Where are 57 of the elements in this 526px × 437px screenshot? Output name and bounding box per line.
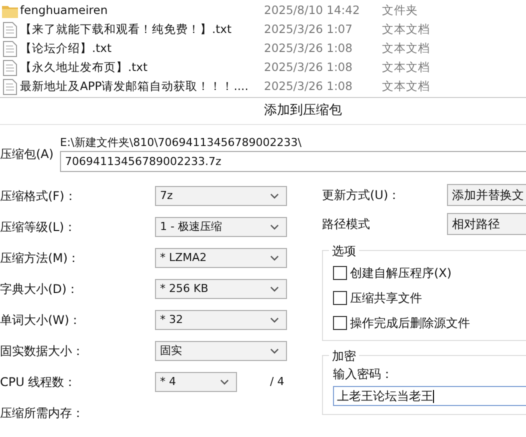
setting-dropdown[interactable]: 1 - 极速压缩 [155,216,287,236]
path-mode-label: 路径模式 [322,216,371,232]
checkbox[interactable] [333,316,347,330]
setting-label: 单词大小(W)： [0,312,82,328]
group-title: 加密 [329,348,359,364]
file-date: 2025/3/26 1:08 [264,59,354,76]
file-name[interactable]: 【来了就能下载和观看！纯免费！】.txt [20,21,264,38]
setting-dropdown[interactable]: 7z [155,186,287,206]
setting-label: 压缩格式(F)： [0,188,78,204]
file-name[interactable]: fenghuameiren [20,2,264,19]
file-type: 文件夹 [382,2,418,19]
update-mode-label: 更新方式(U)： [322,186,402,202]
setting-label: 压缩所需内存： [0,404,85,420]
archive-label: 压缩包(A) [0,146,55,162]
group-title: 选项 [329,243,359,259]
chevron-icon [270,192,279,198]
chevron-icon [270,254,279,260]
setting-dropdown[interactable]: * 32 [155,310,287,330]
file-name[interactable]: 【论坛介绍】.txt [20,40,264,57]
file-date: 2025/3/26 1:08 [264,40,354,57]
file-name[interactable]: 最新地址及APP请发邮箱自动获取！！！.... [20,78,264,95]
checkbox[interactable] [333,290,347,304]
path-mode-dropdown[interactable]: 相对路径 [447,212,526,234]
setting-dropdown[interactable]: * 256 KB [155,278,287,298]
setting-label: 固实数据大小： [0,342,85,358]
checkbox[interactable] [333,266,347,280]
setting-dropdown[interactable]: 固实 [155,340,287,360]
chevron-icon [270,286,279,292]
file-type: 文本文档 [382,78,430,95]
checkbox-label: 压缩共享文件 [350,290,422,306]
archive-path: E:\新建文件夹\810\70694113456789002233\ [60,135,302,151]
thread-max: / 4 [270,374,284,390]
password-field[interactable]: 上老王论坛当老王 [333,386,526,406]
file-type: 文本文档 [382,59,430,76]
chevron-icon [220,378,229,384]
file-name[interactable]: 【永久地址发布页】.txt [20,59,264,76]
file-date: 2025/8/10 14:42 [264,2,361,19]
dialog-title: 添加到压缩包 [264,102,342,120]
file-date: 2025/3/26 1:08 [264,78,354,95]
chevron-icon [270,348,279,354]
setting-label: 字典大小(D)： [0,280,80,296]
checkbox-label: 操作完成后删除源文件 [350,314,470,330]
file-date: 2025/3/26 1:07 [264,21,354,38]
setting-label: CPU 线程数： [0,374,78,390]
checkbox-label: 创建自解压程序(X) [350,264,452,280]
chevron-icon [270,224,279,230]
archive-name-field[interactable]: 70694113456789002233.7z [60,151,526,172]
setting-dropdown[interactable]: * LZMA2 [155,248,287,268]
setting-label: 压缩等级(L)： [0,218,78,234]
chevron-icon [270,316,279,322]
setting-dropdown[interactable]: * 4 [155,372,237,392]
setting-label: 压缩方法(M)： [0,250,81,266]
update-mode-dropdown[interactable]: 添加并替换文 [447,184,526,206]
file-type: 文本文档 [382,21,430,38]
folder-icon [2,4,18,18]
password-label: 输入密码： [333,366,394,382]
file-type: 文本文档 [382,40,430,57]
